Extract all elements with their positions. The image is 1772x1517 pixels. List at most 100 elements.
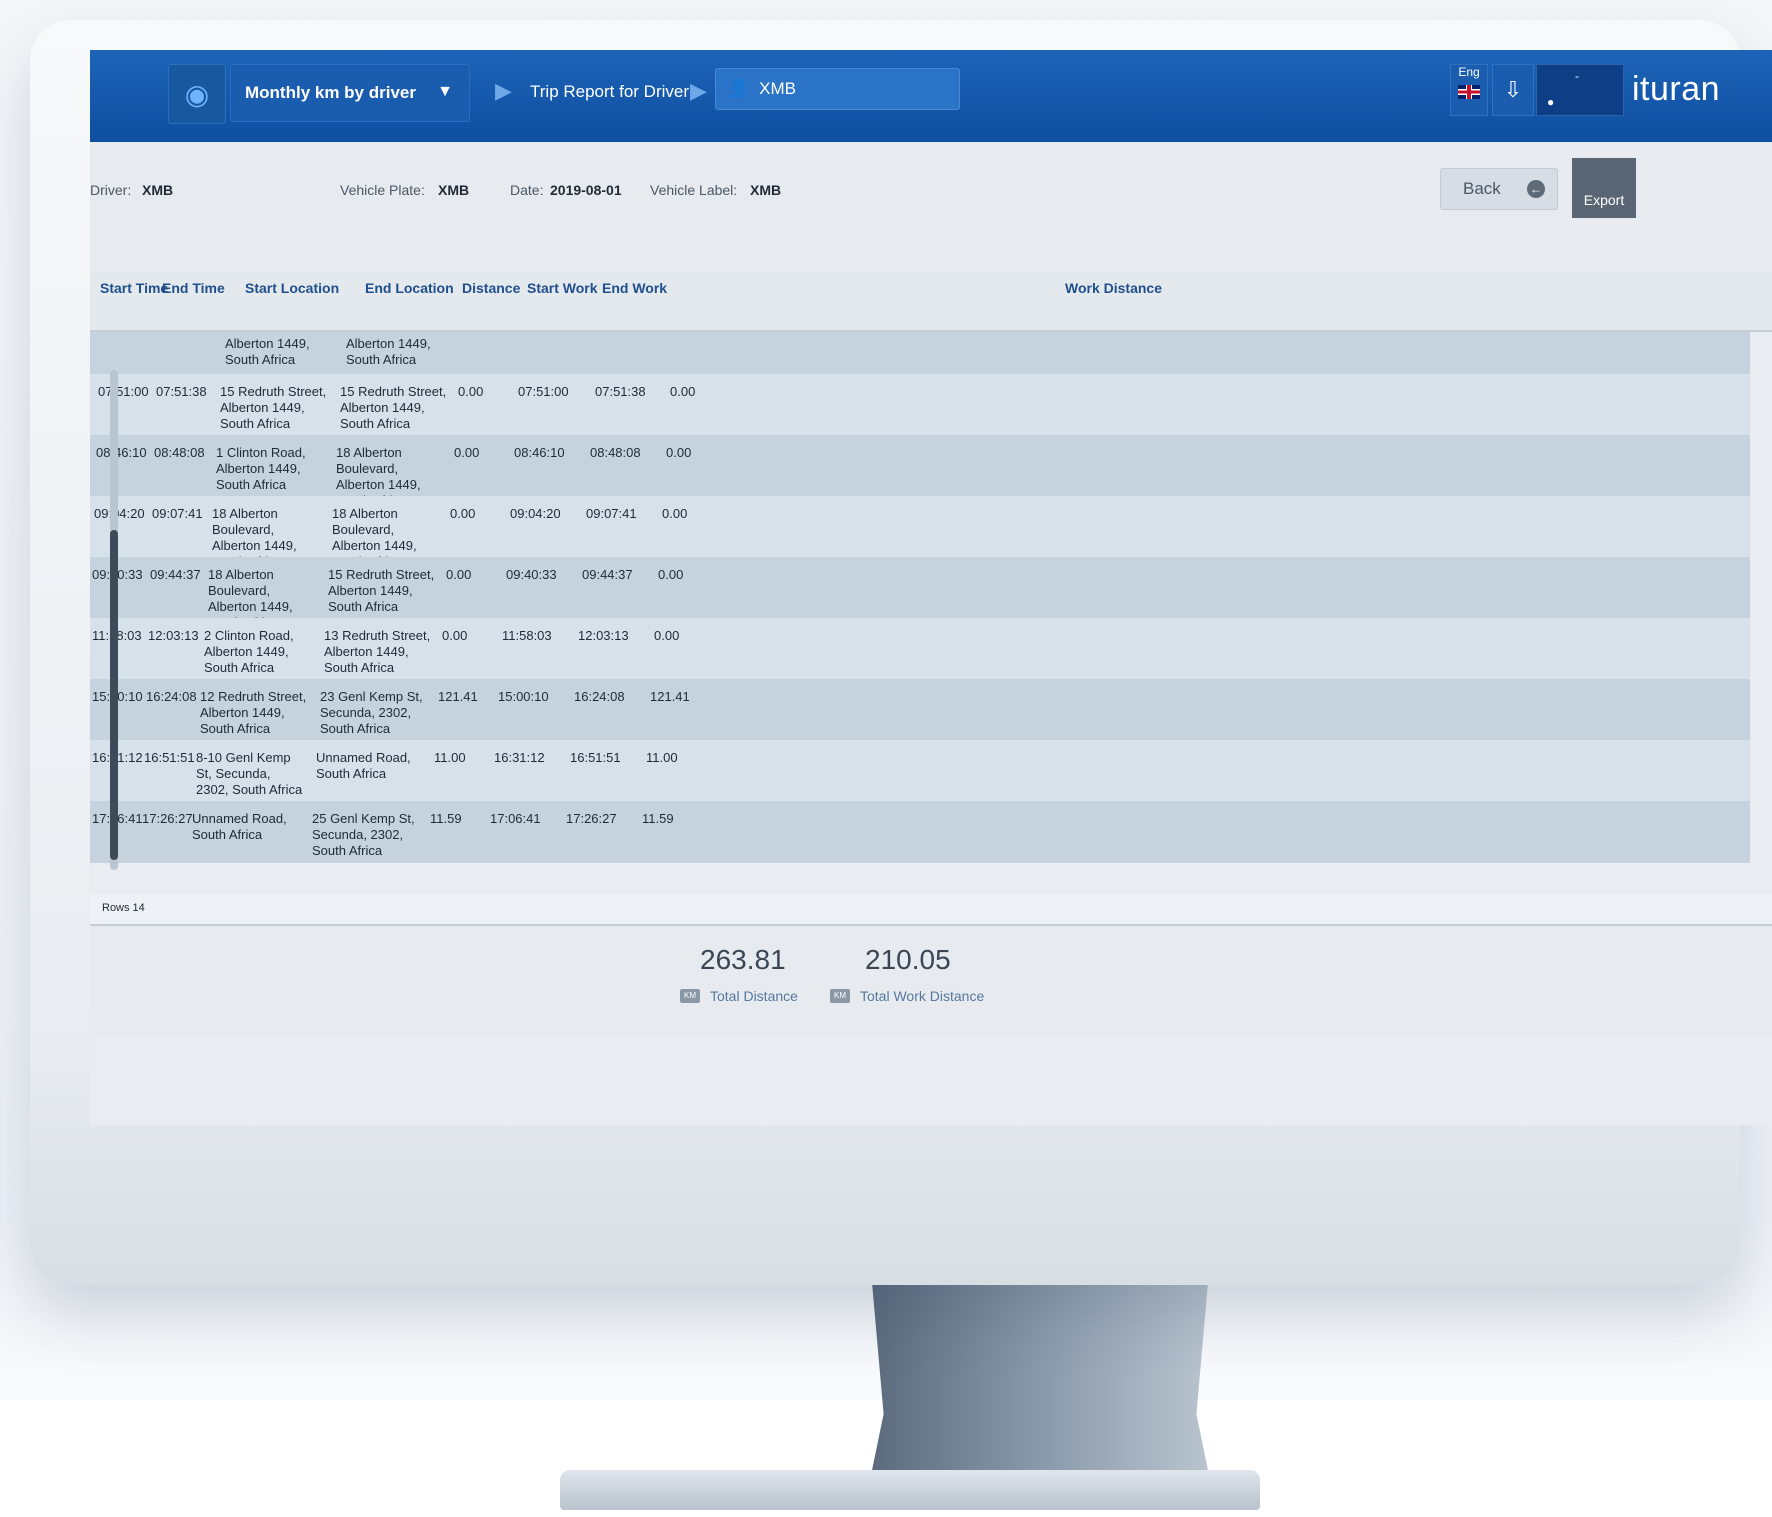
distance-cell: 0.00 bbox=[450, 506, 476, 521]
end-work-cell: 08:48:08 bbox=[590, 445, 641, 460]
table-row[interactable]: 07:51:00 07:51:38 15 Redruth Street, Alb… bbox=[90, 374, 1750, 435]
work-distance-cell: 0.00 bbox=[654, 628, 680, 643]
screen: ◉ Monthly km by driver ▼ ▶ Trip Report f… bbox=[90, 50, 1772, 1125]
breadcrumb-trip-report[interactable]: Trip Report for Driver bbox=[530, 82, 689, 102]
user-icon: 👤 bbox=[728, 79, 750, 98]
distance-cell: 121.41 bbox=[438, 689, 478, 704]
start-location-cell: Alberton 1449, South Africa bbox=[225, 336, 310, 367]
distance-cell: 0.00 bbox=[458, 384, 484, 399]
table-row[interactable]: 15:00:10 16:24:08 12 Redruth Street, Alb… bbox=[90, 679, 1750, 740]
breadcrumb-arrow-icon: ▶ bbox=[690, 78, 707, 103]
start-work-cell: 17:06:41 bbox=[490, 811, 541, 826]
table-row[interactable]: Alberton 1449, South Africa Alberton 144… bbox=[90, 332, 1750, 374]
start-work-cell: 16:31:12 bbox=[494, 750, 545, 765]
export-button[interactable]: Export bbox=[1572, 158, 1636, 218]
back-button[interactable]: Back ← bbox=[1440, 168, 1558, 210]
column-header[interactable]: Work Distance bbox=[1065, 280, 1162, 296]
column-header[interactable]: End Location bbox=[365, 280, 454, 296]
km-icon: KM bbox=[680, 989, 700, 1003]
report-select-label: Monthly km by driver bbox=[245, 83, 416, 102]
distance-cell: 0.00 bbox=[446, 567, 472, 582]
table-row[interactable]: 09:40:33 09:44:37 18 Alberton Boulevard,… bbox=[90, 557, 1750, 630]
work-distance-cell: 121.41 bbox=[650, 689, 690, 704]
total-work-distance-value: 210.05 bbox=[865, 944, 951, 975]
column-header[interactable]: Start Location bbox=[245, 280, 339, 296]
vehicle-label-value: XMB bbox=[750, 182, 782, 198]
start-work-cell: 07:51:00 bbox=[518, 384, 569, 399]
start-work-cell: 09:40:33 bbox=[506, 567, 557, 582]
end-location-cell: 15 Redruth Street, Alberton 1449, South … bbox=[328, 567, 435, 614]
report-select[interactable]: Monthly km by driver ▼ bbox=[230, 64, 470, 122]
download-button[interactable]: ⇩ bbox=[1492, 64, 1534, 116]
table-row[interactable]: 16:31:12 16:51:51 8-10 Genl Kemp St, Sec… bbox=[90, 740, 1750, 801]
start-work-cell: 11:58:03 bbox=[502, 628, 552, 643]
end-time-cell: 16:24:08 bbox=[146, 689, 197, 704]
language-selector[interactable]: Eng bbox=[1450, 64, 1488, 116]
driver-breadcrumb-label: XMB bbox=[759, 79, 797, 98]
chevron-down-icon: ▼ bbox=[437, 83, 453, 100]
end-location-cell: 13 Redruth Street, Alberton 1449, South … bbox=[324, 628, 431, 675]
total-distance-label: Total Distance bbox=[710, 988, 798, 1004]
work-distance-cell: 11.00 bbox=[646, 750, 678, 765]
distance-cell: 11.59 bbox=[430, 811, 462, 826]
driver-breadcrumb[interactable]: 👤 XMB bbox=[715, 68, 960, 110]
distance-cell: 0.00 bbox=[442, 628, 468, 643]
end-time-cell: 17:26:27 bbox=[142, 811, 193, 826]
end-location-cell: Unnamed Road, South Africa bbox=[316, 750, 411, 781]
user-menu[interactable]: - ● bbox=[1536, 64, 1624, 116]
breadcrumb-arrow-icon: ▶ bbox=[495, 78, 512, 103]
totals-panel: 263.81 KM Total Distance 210.05 KM Total… bbox=[90, 926, 1772, 1036]
end-time-cell: 07:51:38 bbox=[156, 384, 207, 399]
end-work-cell: 09:07:41 bbox=[586, 506, 637, 521]
total-work-distance-label: Total Work Distance bbox=[860, 988, 985, 1004]
work-distance-cell: 0.00 bbox=[670, 384, 696, 399]
end-work-cell: 16:51:51 bbox=[570, 750, 621, 765]
start-work-cell: 09:04:20 bbox=[510, 506, 561, 521]
user-icon: ● bbox=[1547, 95, 1555, 109]
driver-label: Driver: bbox=[90, 182, 132, 198]
monitor-stand bbox=[870, 1260, 1210, 1480]
download-icon: ⇩ bbox=[1503, 77, 1523, 102]
start-work-cell: 15:00:10 bbox=[498, 689, 549, 704]
table-body: Alberton 1449, South Africa Alberton 144… bbox=[90, 332, 1750, 894]
export-button-label: Export bbox=[1583, 192, 1625, 208]
work-distance-cell: 0.00 bbox=[662, 506, 688, 521]
date-value: 2019-08-01 bbox=[550, 182, 622, 198]
work-distance-cell: 11.59 bbox=[642, 811, 674, 826]
total-distance-label-group: KM Total Distance bbox=[680, 988, 798, 1004]
table-row[interactable]: 08:46:10 08:48:08 1 Clinton Road, Albert… bbox=[90, 435, 1750, 508]
scrollbar-thumb[interactable] bbox=[110, 530, 118, 860]
uk-flag-icon bbox=[1458, 85, 1480, 99]
end-time-cell: 08:48:08 bbox=[154, 445, 205, 460]
start-location-cell: 8-10 Genl Kemp St, Secunda, 2302, South … bbox=[196, 750, 303, 797]
column-header[interactable]: Start Work bbox=[527, 280, 598, 296]
date-label: Date: bbox=[510, 182, 544, 198]
globe-icon[interactable]: ◉ bbox=[168, 64, 226, 124]
report-info: Driver: XMB Vehicle Plate: XMB Date: 201… bbox=[90, 142, 1772, 272]
column-header[interactable]: End Time bbox=[162, 280, 225, 296]
start-location-cell: 2 Clinton Road, Alberton 1449, South Afr… bbox=[204, 628, 294, 675]
back-button-label: Back bbox=[1463, 179, 1501, 198]
start-location-cell: 12 Redruth Street, Alberton 1449, South … bbox=[200, 689, 307, 736]
rows-count: Rows 14 bbox=[102, 902, 145, 914]
start-location-cell: Unnamed Road, South Africa bbox=[192, 811, 287, 842]
rows-footer: Rows 14 bbox=[90, 894, 1772, 926]
work-distance-cell: 0.00 bbox=[658, 567, 684, 582]
start-location-cell: 1 Clinton Road, Alberton 1449, South Afr… bbox=[216, 445, 306, 492]
start-location-cell: 15 Redruth Street, Alberton 1449, South … bbox=[220, 384, 327, 431]
column-header[interactable]: Distance bbox=[462, 280, 520, 296]
distance-cell: 11.00 bbox=[434, 750, 466, 765]
start-time-cell: 07:51:00 bbox=[98, 384, 149, 399]
column-header[interactable]: End Work bbox=[602, 280, 667, 296]
table-row[interactable]: 17:06:41 17:26:27 Unnamed Road, South Af… bbox=[90, 801, 1750, 863]
driver-value: XMB bbox=[142, 182, 174, 198]
column-header[interactable]: Start Time bbox=[100, 280, 168, 296]
end-location-cell: Alberton 1449, South Africa bbox=[346, 336, 431, 367]
end-work-cell: 16:24:08 bbox=[574, 689, 625, 704]
km-icon: KM bbox=[830, 989, 850, 1003]
table-row[interactable]: 09:04:20 09:07:41 18 Alberton Boulevard,… bbox=[90, 496, 1750, 569]
brand-logo: ituran bbox=[1632, 70, 1721, 108]
end-time-cell: 12:03:13 bbox=[148, 628, 199, 643]
table-header: Start Time End Time Start Location End L… bbox=[90, 272, 1772, 332]
table-row[interactable]: 11:58:03 12:03:13 2 Clinton Road, Albert… bbox=[90, 618, 1750, 679]
